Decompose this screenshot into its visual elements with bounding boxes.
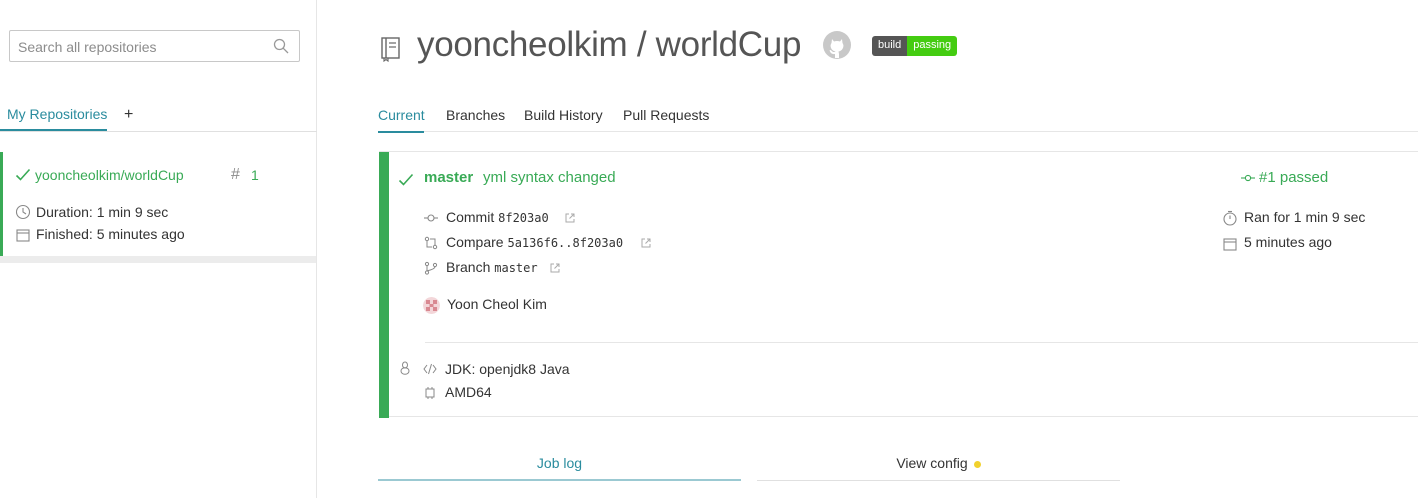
stopwatch-icon xyxy=(1223,210,1237,226)
sidebar: Search all repositories My Repositories … xyxy=(0,0,317,498)
check-icon xyxy=(15,168,31,181)
status-bar xyxy=(379,152,389,418)
commit-label[interactable]: Commit 8f203a0 xyxy=(446,209,549,225)
tabs-divider xyxy=(378,131,1418,132)
add-repository-button[interactable]: + xyxy=(124,106,133,124)
page-title[interactable]: yooncheolkim / worldCup xyxy=(417,25,801,65)
cpu-icon xyxy=(425,387,435,399)
commit-message: yml syntax changed xyxy=(483,169,616,186)
search-placeholder: Search all repositories xyxy=(18,39,157,55)
commit-sha[interactable]: 8f203a0 xyxy=(498,211,549,225)
tab-my-repositories[interactable]: My Repositories xyxy=(7,106,107,122)
badge-label: build xyxy=(872,36,908,56)
external-link-icon[interactable] xyxy=(550,263,560,273)
clock-icon xyxy=(15,204,31,220)
avatar xyxy=(423,297,440,314)
arch-text: AMD64 xyxy=(445,384,492,400)
compare-icon xyxy=(424,236,438,250)
view-config-label: View config xyxy=(896,455,968,471)
tab-job-log[interactable]: Job log xyxy=(378,455,741,471)
repo-icon xyxy=(381,37,400,62)
external-link-icon[interactable] xyxy=(565,213,575,223)
active-tab-indicator xyxy=(378,479,741,481)
repo-link[interactable]: yooncheolkim/worldCup xyxy=(35,167,184,183)
commit-label-text: Commit xyxy=(446,209,495,225)
tab-build-history[interactable]: Build History xyxy=(524,107,603,123)
sidebar-separator xyxy=(0,256,316,263)
linux-icon xyxy=(400,361,410,375)
tab-divider xyxy=(757,480,1120,481)
branch-name[interactable]: master xyxy=(494,261,537,275)
branch-label-text: Branch xyxy=(446,259,491,275)
build-summary-panel: master yml syntax changed Commit 8f203a0… xyxy=(379,151,1418,418)
branch-label[interactable]: Branch master xyxy=(446,259,538,275)
finished-text: Finished: 5 minutes ago xyxy=(36,226,185,242)
panel-divider xyxy=(425,342,1418,343)
branch-icon xyxy=(424,261,438,275)
compare-label[interactable]: Compare 5a136f6..8f203a0 xyxy=(446,234,623,250)
tab-view-config[interactable]: View config xyxy=(757,455,1120,471)
commit-icon xyxy=(424,214,438,222)
duration-text: Duration: 1 min 9 sec xyxy=(36,204,169,220)
hash-icon: # xyxy=(231,166,240,183)
compare-range[interactable]: 5a136f6..8f203a0 xyxy=(507,236,623,250)
external-link-icon[interactable] xyxy=(641,238,651,248)
branch-link[interactable]: master xyxy=(424,169,473,186)
repo-card[interactable]: yooncheolkim/worldCup # 1 Duration: 1 mi… xyxy=(0,152,316,256)
tab-branches[interactable]: Branches xyxy=(446,107,505,123)
author-name: Yoon Cheol Kim xyxy=(447,296,547,312)
github-icon[interactable] xyxy=(822,30,852,60)
jdk-text: JDK: openjdk8 Java xyxy=(445,361,570,377)
build-status-text: #1 passed xyxy=(1259,169,1329,186)
tab-current[interactable]: Current xyxy=(378,107,425,123)
build-status-link[interactable]: #1 passed xyxy=(1241,169,1328,186)
calendar-icon xyxy=(1223,238,1237,251)
badge-status: passing xyxy=(907,36,958,56)
build-status-badge[interactable]: build passing xyxy=(872,36,958,56)
search-input[interactable]: Search all repositories xyxy=(9,30,300,62)
code-icon xyxy=(423,363,437,375)
calendar-icon xyxy=(16,229,30,242)
commit-icon xyxy=(1241,174,1255,182)
ran-for-text: Ran for 1 min 9 sec xyxy=(1244,209,1366,225)
active-tab-indicator xyxy=(378,131,424,133)
build-number-link[interactable]: 1 xyxy=(251,167,259,183)
compare-label-text: Compare xyxy=(446,234,504,250)
time-ago-text: 5 minutes ago xyxy=(1244,234,1332,250)
config-warning-dot xyxy=(973,460,981,468)
tab-pull-requests[interactable]: Pull Requests xyxy=(623,107,709,123)
check-icon xyxy=(398,173,414,186)
sidebar-tabs-divider xyxy=(0,131,317,132)
search-icon[interactable] xyxy=(273,38,289,54)
